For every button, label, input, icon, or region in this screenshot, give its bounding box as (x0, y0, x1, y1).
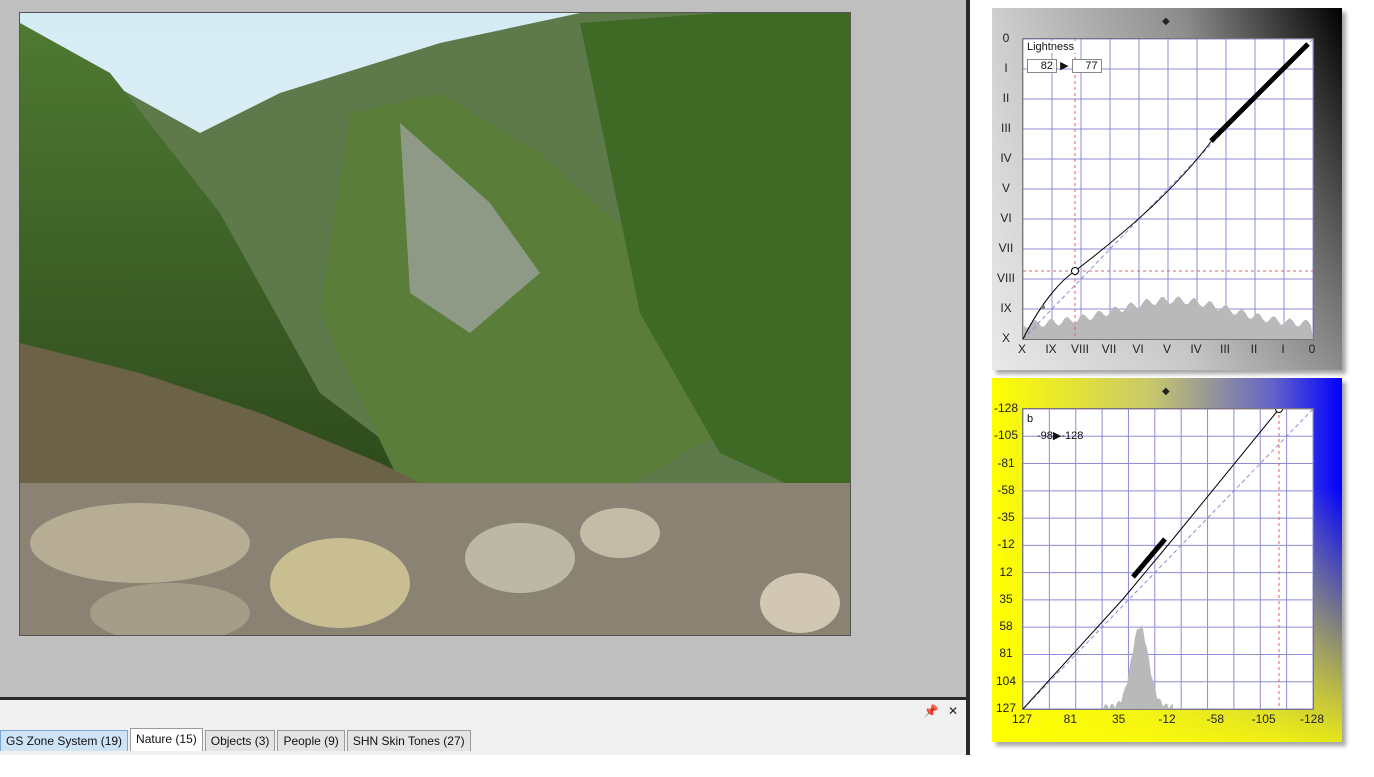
curve-readout: 82 ▶ 77 (1027, 59, 1102, 73)
b-curve-grid[interactable]: b -98▶-128 (1022, 408, 1314, 710)
x-axis-label: II (1250, 342, 1258, 356)
dock-controls: 📌 ✕ (918, 704, 958, 718)
y-axis-label: -105 (993, 428, 1019, 443)
pin-icon[interactable]: 📌 (924, 704, 939, 718)
reference-line (1023, 409, 1313, 709)
y-axis-label: IV (1000, 151, 1012, 165)
curve-readout: -98▶-128 (1037, 430, 1084, 442)
y-axis-label: X (1001, 331, 1010, 345)
y-axis-label: -12 (997, 537, 1015, 552)
tab-gs-zone-system[interactable]: GS Zone System (19) (0, 730, 129, 751)
x-axis-label: IX (1045, 342, 1057, 356)
curve-segment (1131, 537, 1167, 579)
x-axis-label: I (1281, 342, 1285, 356)
y-axis-label: -58 (997, 482, 1015, 497)
curves-panel: ◆ 0 I II III IV V VI VII VIII IX X Lightness 82 ▶ … (970, 0, 1374, 777)
x-axis-label: 35 (1111, 712, 1126, 726)
y-axis-label: V (1001, 181, 1010, 195)
lightness-curve-grid[interactable]: Lightness 82 ▶ 77 (1022, 38, 1314, 340)
control-point (1071, 267, 1079, 275)
x-axis-label: 0 (1308, 342, 1316, 356)
y-axis-label: -35 (997, 510, 1015, 525)
output-value[interactable]: 77 (1071, 59, 1102, 73)
y-axis-label: II (1002, 91, 1010, 105)
y-axis-label: 35 (999, 591, 1013, 606)
preview-image (19, 12, 851, 636)
resize-handle-icon[interactable]: ◆ (1162, 386, 1170, 397)
x-axis-label: VI (1132, 342, 1144, 356)
y-axis-label: VIII (996, 271, 1015, 285)
tab-nature[interactable]: Nature (15) (130, 728, 203, 751)
x-axis-label: VIII (1070, 342, 1090, 356)
preset-tabs: GS Zone System (19) Nature (15) Objects … (0, 728, 473, 752)
lightness-curve-panel: ◆ 0 I II III IV V VI VII VIII IX X Lightness 82 ▶ … (992, 8, 1342, 370)
histogram (1103, 625, 1173, 709)
image-viewer (0, 0, 966, 697)
y-axis-label: 12 (999, 564, 1013, 579)
y-axis-label: -81 (997, 455, 1015, 470)
y-axis-label: -128 (993, 401, 1019, 415)
y-axis-label: 58 (999, 619, 1013, 634)
y-axis-label: IX (1000, 301, 1012, 315)
x-axis-label: 127 (1011, 712, 1033, 726)
control-point (1041, 305, 1045, 309)
y-axis-label: 0 (1002, 31, 1010, 45)
y-axis-label: 81 (999, 646, 1013, 661)
x-axis-label: -128 (1299, 712, 1325, 726)
y-axis-label: VII (998, 241, 1014, 255)
x-axis-label: 81 (1063, 712, 1078, 726)
resize-handle-icon[interactable]: ◆ (1162, 16, 1170, 27)
tab-shn-skin-tones[interactable]: SHN Skin Tones (27) (346, 730, 471, 751)
tab-people[interactable]: People (9) (277, 730, 345, 751)
y-axis-label: VI (1000, 211, 1012, 225)
channel-label: Lightness (1025, 41, 1077, 53)
y-axis-label: III (1000, 121, 1011, 135)
app-window: 📌 ✕ GS Zone System (19) Nature (15) Obje… (0, 0, 1374, 777)
x-axis-label: X (1017, 342, 1027, 356)
input-value[interactable]: 82 (1027, 59, 1057, 73)
x-axis-label: VII (1101, 342, 1117, 356)
arrow-icon: ▶ (1060, 60, 1069, 72)
y-axis-label: I (1004, 61, 1008, 75)
x-axis-label: -105 (1251, 712, 1276, 726)
x-axis-label: IV (1190, 342, 1202, 356)
close-icon[interactable]: ✕ (948, 704, 958, 718)
preset-dock: 📌 ✕ GS Zone System (19) Nature (15) Obje… (0, 697, 966, 755)
x-axis-label: V (1162, 342, 1172, 356)
x-axis-label: -58 (1206, 712, 1224, 726)
x-axis-label: -12 (1158, 712, 1176, 726)
histogram (1023, 296, 1313, 339)
b-curve-panel: ◆ -128 -105 -81 -58 -35 -12 12 35 58 81 104 127 b -… (992, 378, 1342, 742)
y-axis-label: 104 (995, 673, 1017, 688)
channel-label: b (1025, 413, 1036, 425)
tab-objects[interactable]: Objects (3) (204, 730, 276, 751)
x-axis-label: III (1219, 342, 1231, 356)
control-point (1275, 409, 1283, 413)
